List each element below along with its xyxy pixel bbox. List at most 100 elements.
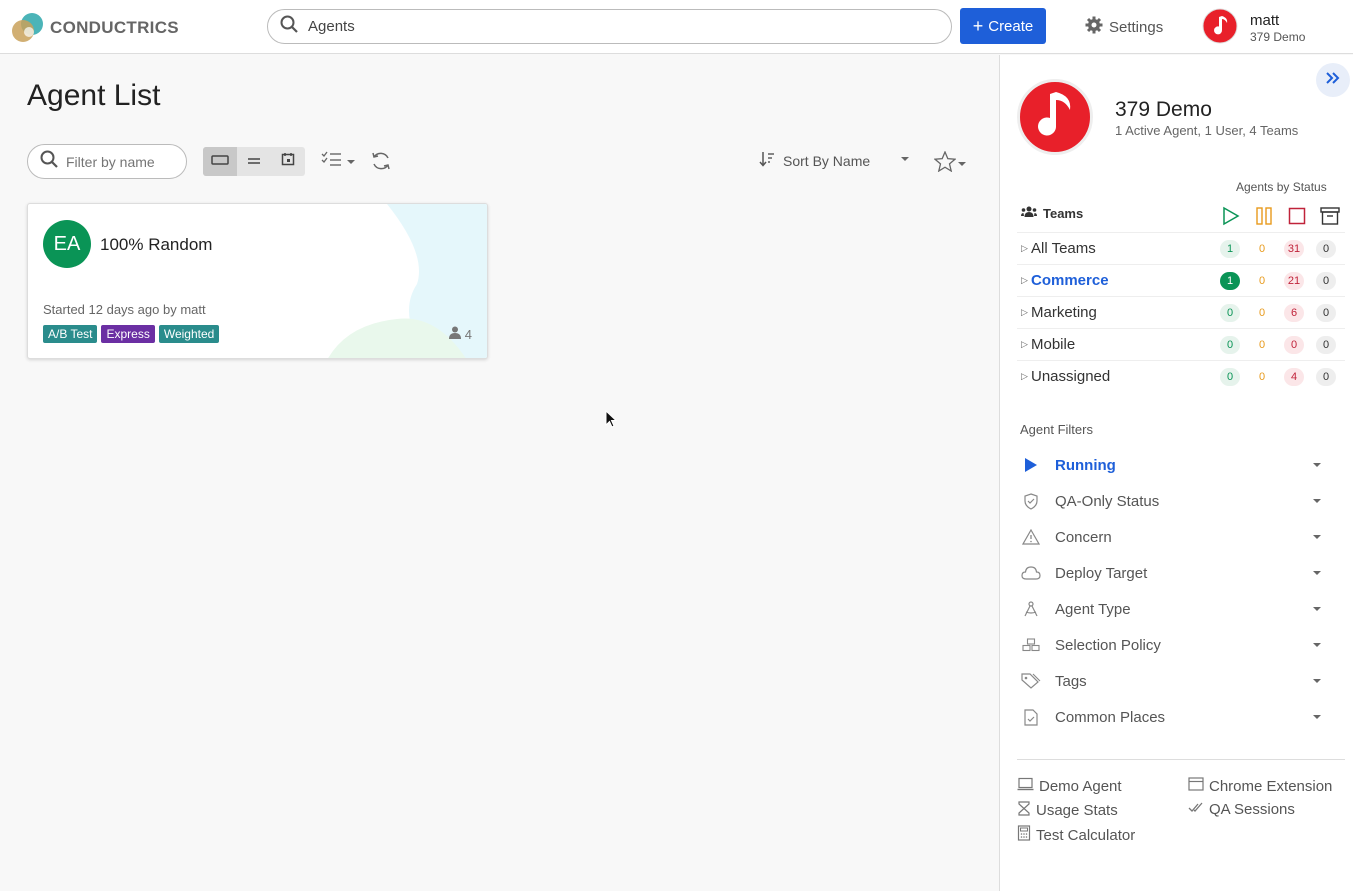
filter-deploy-target[interactable]: Deploy Target <box>1017 555 1327 591</box>
divider <box>1017 759 1345 760</box>
paused-count: 0 <box>1258 371 1266 383</box>
pause-icon[interactable] <box>1254 206 1274 226</box>
agents-by-status-label: Agents by Status <box>1236 180 1327 194</box>
team-row-all-teams[interactable]: ▷ All Teams 1 0 31 0 <box>1017 232 1345 264</box>
main-content: Agent List Sort By Name <box>0 55 999 891</box>
team-label: Marketing <box>1031 304 1097 321</box>
agent-card[interactable]: EA 100% Random Started 12 days ago by ma… <box>27 203 488 359</box>
cloud-icon <box>1019 566 1043 580</box>
team-counts: 0 0 4 0 <box>1220 368 1336 386</box>
stopped-count: 0 <box>1284 336 1304 354</box>
team-row-marketing[interactable]: ▷ Marketing 0 0 6 0 <box>1017 296 1345 328</box>
browser-window-icon <box>1188 777 1204 795</box>
settings-link[interactable]: Settings <box>1085 16 1163 38</box>
create-button[interactable]: + Create <box>960 8 1046 44</box>
paused-count: 0 <box>1258 275 1266 287</box>
agent-title[interactable]: 100% Random <box>100 235 212 255</box>
chevron-down-icon <box>1313 535 1321 539</box>
team-counts: 1 0 31 0 <box>1220 240 1336 258</box>
archived-count: 0 <box>1316 304 1336 322</box>
tag-express: Express <box>101 325 155 343</box>
filter-selection-policy[interactable]: Selection Policy <box>1017 627 1327 663</box>
filter-label: Concern <box>1055 528 1112 546</box>
caret-right-icon: ▷ <box>1021 371 1028 381</box>
chevron-down-icon <box>347 159 355 164</box>
user-menu[interactable]: matt 379 Demo <box>1202 8 1305 49</box>
test-calculator-link[interactable]: Test Calculator <box>1017 825 1135 845</box>
favorites-button[interactable] <box>933 150 966 177</box>
stopped-count: 4 <box>1284 368 1304 386</box>
agent-tags: A/B Test Express Weighted <box>43 325 220 343</box>
star-icon <box>933 150 957 177</box>
team-counts: 0 0 0 0 <box>1220 336 1336 354</box>
filter-by-name[interactable] <box>27 144 187 179</box>
logo[interactable]: CONDUCTRICS <box>10 10 179 46</box>
chevron-down-icon <box>1313 715 1321 719</box>
stopped-count: 31 <box>1284 240 1304 258</box>
qa-sessions-link[interactable]: QA Sessions <box>1188 801 1295 818</box>
agent-user-count: 4 <box>448 326 472 342</box>
filter-label: Running <box>1055 456 1116 474</box>
calendar-view-button[interactable] <box>271 147 305 176</box>
team-row-commerce[interactable]: ▷ Commerce 1 0 21 0 <box>1017 264 1345 296</box>
chrome-extension-link[interactable]: Chrome Extension <box>1188 777 1332 795</box>
caret-right-icon: ▷ <box>1021 275 1028 285</box>
view-mode-group <box>203 147 305 176</box>
boxes-icon <box>1019 638 1043 652</box>
test-calculator-label: Test Calculator <box>1036 826 1136 844</box>
filter-input[interactable] <box>66 153 176 170</box>
collapse-panel-button[interactable] <box>1316 63 1350 97</box>
card-view-button[interactable] <box>203 147 237 176</box>
paused-count: 0 <box>1258 307 1266 319</box>
global-search[interactable] <box>267 9 952 44</box>
demo-agent-link[interactable]: Demo Agent <box>1017 777 1122 795</box>
caret-right-icon: ▷ <box>1021 243 1028 253</box>
page-title: Agent List <box>27 79 161 112</box>
list-view-button[interactable] <box>237 147 271 176</box>
team-row-mobile[interactable]: ▷ Mobile 0 0 0 0 <box>1017 328 1345 360</box>
filter-qa-only-status[interactable]: QA-Only Status <box>1017 483 1327 519</box>
bulk-select-button[interactable] <box>321 151 355 172</box>
running-count: 0 <box>1220 336 1240 354</box>
card-view-icon <box>211 153 229 171</box>
logo-text: CONDUCTRICS <box>50 18 179 37</box>
user-icon <box>448 326 461 342</box>
user-count: 4 <box>464 326 472 342</box>
chevron-down-icon <box>1313 463 1321 467</box>
filter-label: Deploy Target <box>1055 564 1148 582</box>
top-bar: CONDUCTRICS + Create Settings matt 379 D… <box>0 0 1353 54</box>
tag-weighted: Weighted <box>158 325 220 343</box>
filter-agent-type[interactable]: Agent Type <box>1017 591 1327 627</box>
qa-sessions-label: QA Sessions <box>1209 801 1295 818</box>
team-label: Commerce <box>1031 272 1109 289</box>
tags-icon <box>1019 673 1043 689</box>
usage-stats-link[interactable]: Usage Stats <box>1017 801 1118 820</box>
archive-icon[interactable] <box>1320 206 1340 226</box>
filter-tags[interactable]: Tags <box>1017 663 1327 699</box>
global-search-input[interactable] <box>308 18 908 35</box>
gear-icon <box>1085 16 1103 38</box>
paused-count: 0 <box>1258 243 1266 255</box>
filter-common-places[interactable]: Common Places <box>1017 699 1327 735</box>
running-count: 0 <box>1220 304 1240 322</box>
sort-label: Sort By Name <box>783 152 871 169</box>
chevron-down-icon <box>1313 499 1321 503</box>
chrome-extension-label: Chrome Extension <box>1209 777 1333 795</box>
stop-icon[interactable] <box>1287 206 1307 226</box>
team-row-unassigned[interactable]: ▷ Unassigned 0 0 4 0 <box>1017 360 1345 392</box>
hourglass-icon <box>1017 801 1031 820</box>
play-icon[interactable] <box>1221 206 1241 226</box>
running-count: 0 <box>1220 368 1240 386</box>
refresh-button[interactable] <box>370 150 392 177</box>
sort-dropdown[interactable]: Sort By Name <box>759 151 870 170</box>
filter-concern[interactable]: Concern <box>1017 519 1327 555</box>
org-logo <box>1017 79 1093 155</box>
filter-label: Common Places <box>1055 708 1166 726</box>
shield-check-icon <box>1019 492 1043 510</box>
list-view-icon <box>247 153 261 171</box>
filter-running[interactable]: Running <box>1017 447 1327 483</box>
filter-label: Selection Policy <box>1055 636 1161 654</box>
filter-label: Tags <box>1055 672 1087 690</box>
team-label: Unassigned <box>1031 368 1111 385</box>
team-counts: 0 0 6 0 <box>1220 304 1336 322</box>
